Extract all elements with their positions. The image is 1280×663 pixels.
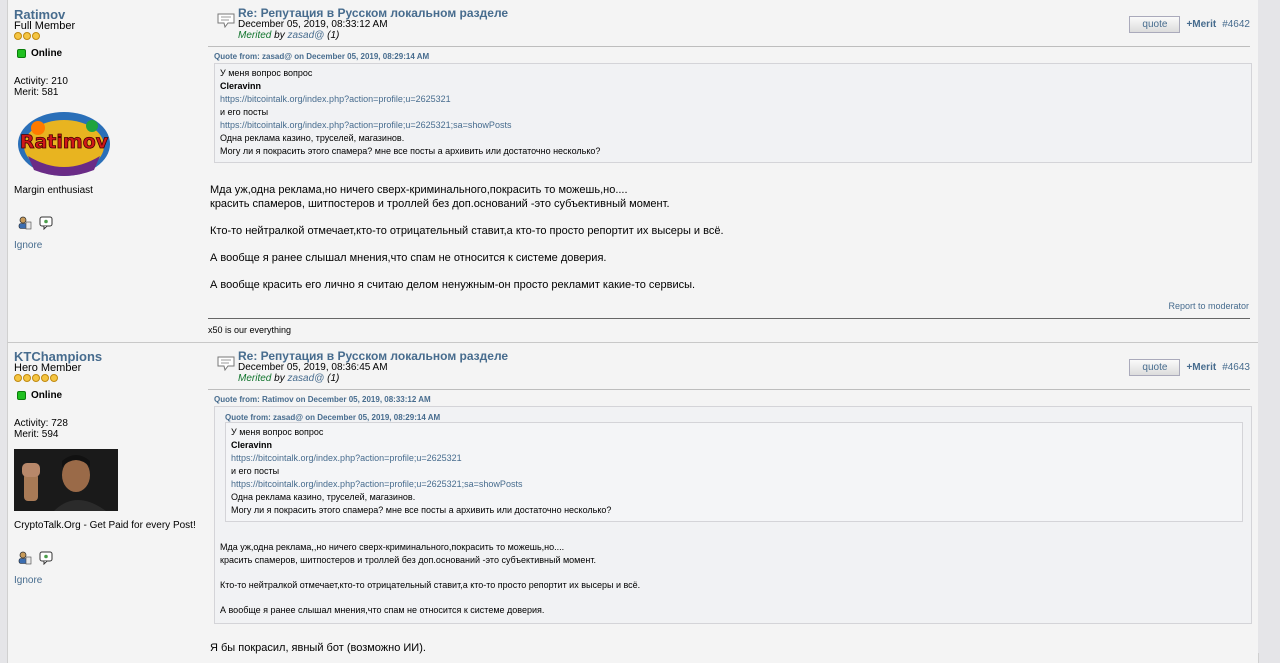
quote-line: Cleravinn [231,440,273,450]
post-body: Мда уж,одна реклама,но ничего сверх-крим… [210,183,724,292]
star-icon [32,374,40,382]
merit-button[interactable]: +Merit [1186,19,1216,30]
quote-line: и его посты [220,107,269,117]
star-icon [14,374,22,382]
page-scrollbar[interactable] [1258,0,1280,653]
quote-line: У меня вопрос вопрос [231,427,324,437]
post-actions: quote +Merit #4643 [1129,359,1250,376]
view-profile-icon[interactable] [18,551,32,565]
avatar: Ratimov [14,104,114,182]
ignore-link[interactable]: Ignore [14,240,42,251]
star-icon [23,32,31,40]
personal-text: Margin enthusiast [14,185,93,196]
avatar-logo-text: Ratimov [20,131,109,153]
quote-header[interactable]: Quote from: Ratimov on December 05, 2019… [214,395,431,404]
quote-box: Quote from: zasad@ on December 05, 2019,… [214,406,1252,624]
view-profile-icon[interactable] [18,216,32,230]
quote-line: Кто-то нейтралкой отмечает,кто-то отрица… [220,580,641,590]
online-icon [17,49,26,58]
merited-user-link[interactable]: zasad@ [287,30,324,41]
post-actions: quote +Merit #4642 [1129,16,1250,33]
quote-button[interactable]: quote [1129,359,1181,376]
online-label: Online [31,390,63,401]
merited-line: Merited by zasad@ (1) [238,373,340,384]
quote-text: Мда уж,одна реклама,,но ничего сверх-кри… [220,541,640,617]
online-icon [17,391,26,400]
signature-divider [208,318,1250,319]
personal-message-icon[interactable] [39,216,53,230]
quote-line: Мда уж,одна реклама,,но ничего сверх-кри… [220,542,565,552]
quote-link[interactable]: https://bitcointalk.org/index.php?action… [231,478,1237,491]
profile-icons [18,216,53,230]
post-number[interactable]: #4642 [1222,19,1250,30]
rank-stars [14,374,58,382]
body-line: Мда уж,одна реклама,но ничего сверх-крим… [210,184,628,196]
quote-line: Cleravinn [220,81,262,91]
merit-count: Merit: 594 [14,429,59,440]
quote-link[interactable]: https://bitcointalk.org/index.php?action… [220,93,1246,106]
activity-count: Activity: 728 [14,418,68,429]
forum-post: KTChampions Hero Member Online Activity:… [7,343,1259,663]
online-status: Online [17,48,62,59]
post-number[interactable]: #4643 [1222,362,1250,373]
post-subject[interactable]: Re: Репутация в Русском локальном раздел… [238,6,508,20]
activity-count: Activity: 210 [14,76,68,87]
ignore-link[interactable]: Ignore [14,575,42,586]
body-line: красить спамеров, шитпостеров и троллей … [210,198,670,210]
quote-line: У меня вопрос вопрос [220,68,313,78]
merit-button[interactable]: +Merit [1186,362,1216,373]
quote-line: Могу ли я покрасить этого спамера? мне в… [220,146,601,156]
avatar [14,449,118,514]
star-icon [32,32,40,40]
merited-user-link[interactable]: zasad@ [287,373,324,384]
forum-post: Ratimov Full Member Online Activity: 210… [7,0,1259,343]
quote-line: и его посты [231,466,280,476]
quote-line: красить спамеров, шитпостеров и троллей … [220,555,596,565]
profile-icons [18,551,53,565]
body-line: А вообще я ранее слышал мнения,что спам … [210,252,607,264]
personal-text: CryptoTalk.Org - Get Paid for every Post… [14,520,196,531]
post-date: December 05, 2019, 08:33:12 AM [238,19,388,30]
message-icon [217,356,235,371]
star-icon [14,32,22,40]
body-line: А вообще красить его лично я считаю дело… [210,279,696,291]
quote-line: Одна реклама казино, труселей, магазинов… [231,492,416,502]
quote-header[interactable]: Quote from: zasad@ on December 05, 2019,… [214,52,429,61]
member-rank: Hero Member [14,362,82,374]
quote-link[interactable]: https://bitcointalk.org/index.php?action… [231,452,1237,465]
quote-link[interactable]: https://bitcointalk.org/index.php?action… [220,119,1246,132]
merited-line: Merited by zasad@ (1) [238,30,340,41]
quote-line: Могу ли я покрасить этого спамера? мне в… [231,505,612,515]
rank-stars [14,32,40,40]
body-line: Кто-то нейтралкой отмечает,кто-то отрица… [210,225,724,237]
quote-line: Одна реклама казино, труселей, магазинов… [220,133,405,143]
nested-quote-box: У меня вопрос вопрос Cleravinn https://b… [225,422,1243,522]
online-status: Online [17,390,62,401]
quote-button[interactable]: quote [1129,16,1181,33]
star-icon [23,374,31,382]
message-icon [217,13,235,28]
post-date: December 05, 2019, 08:36:45 AM [238,362,388,373]
post-subject[interactable]: Re: Репутация в Русском локальном раздел… [238,349,508,363]
member-rank: Full Member [14,20,76,32]
report-to-moderator-link[interactable]: Report to moderator [1168,301,1249,311]
signature: x50 is our everything [208,325,292,335]
star-icon [41,374,49,382]
personal-message-icon[interactable] [39,551,53,565]
post-header: Re: Репутация в Русском локальном раздел… [208,343,1250,390]
online-label: Online [31,48,63,59]
merit-count: Merit: 581 [14,87,59,98]
quote-box: У меня вопрос вопрос Cleravinn https://b… [214,63,1252,163]
star-icon [50,374,58,382]
quote-line: А вообще я ранее слышал мнения,что спам … [220,605,545,615]
post-header: Re: Репутация в Русском локальном раздел… [208,0,1250,47]
